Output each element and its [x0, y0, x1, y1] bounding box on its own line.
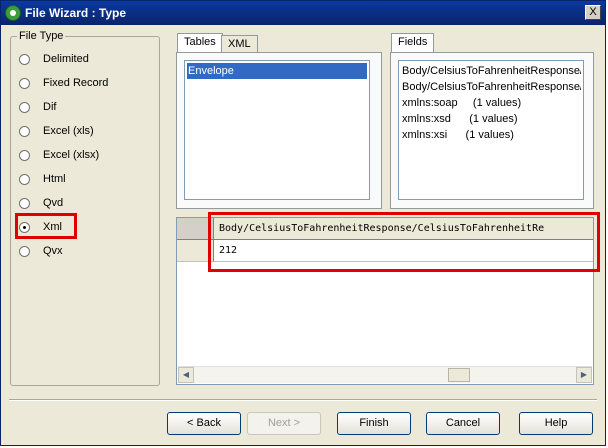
list-item[interactable]: xmlns:xsi (1 values) [401, 127, 581, 143]
radio-circle-icon [19, 246, 30, 257]
next-button[interactable]: Next > [247, 412, 321, 435]
radio-label: Qvx [43, 245, 63, 257]
radio-label: Dif [43, 101, 57, 113]
radio-circle-icon [19, 78, 30, 89]
list-item[interactable]: xmlns:soap (1 values) [401, 95, 581, 111]
fields-list[interactable]: Body/CelsiusToFahrenheitResponse/Ce Body… [398, 60, 584, 200]
radio-circle-icon [19, 174, 30, 185]
list-item[interactable]: Body/CelsiusToFahrenheitResponse/Ce [401, 63, 581, 79]
tab-tables[interactable]: Tables [177, 33, 223, 53]
list-item[interactable]: xmlns:xsd (1 values) [401, 111, 581, 127]
divider [9, 399, 597, 401]
arrow-left-icon[interactable]: ◀ [178, 367, 194, 383]
tables-list[interactable]: Envelope [184, 60, 370, 200]
radio-circle-icon [19, 102, 30, 113]
scroll-thumb[interactable] [448, 368, 470, 382]
list-item[interactable]: Body/CelsiusToFahrenheitResponse/xr [401, 79, 581, 95]
horizontal-scrollbar[interactable]: ◀ ▶ [178, 366, 592, 383]
grid-highlight-box [208, 212, 600, 272]
file-type-legend: File Type [17, 30, 66, 42]
radio-circle-icon [19, 198, 30, 209]
radio-circle-icon [19, 150, 30, 161]
window-title: File Wizard : Type [25, 6, 127, 20]
xml-highlight-box [15, 213, 77, 239]
radio-circle-icon [19, 54, 30, 65]
file-wizard-window: File Wizard : Type X File Type Delimited… [0, 0, 606, 446]
tab-fields[interactable]: Fields [391, 33, 435, 53]
arrow-right-icon[interactable]: ▶ [576, 367, 592, 383]
tab-xml[interactable]: XML [221, 35, 258, 53]
back-button[interactable]: < Back [167, 412, 241, 435]
radio-label: Excel (xlsx) [43, 149, 100, 161]
radio-circle-icon [19, 126, 30, 137]
radio-label: Fixed Record [43, 77, 109, 89]
qlikview-icon [5, 5, 21, 21]
title-bar: File Wizard : Type X [1, 1, 605, 25]
radio-label: Delimited [43, 53, 89, 65]
radio-label: Html [43, 173, 66, 185]
radio-label: Qvd [43, 197, 64, 209]
close-button[interactable]: X [585, 5, 601, 20]
list-item[interactable]: Envelope [187, 63, 367, 79]
finish-button[interactable]: Finish [337, 412, 411, 435]
radio-label: Excel (xls) [43, 125, 94, 137]
help-button[interactable]: Help [519, 412, 593, 435]
cancel-button[interactable]: Cancel [426, 412, 500, 435]
